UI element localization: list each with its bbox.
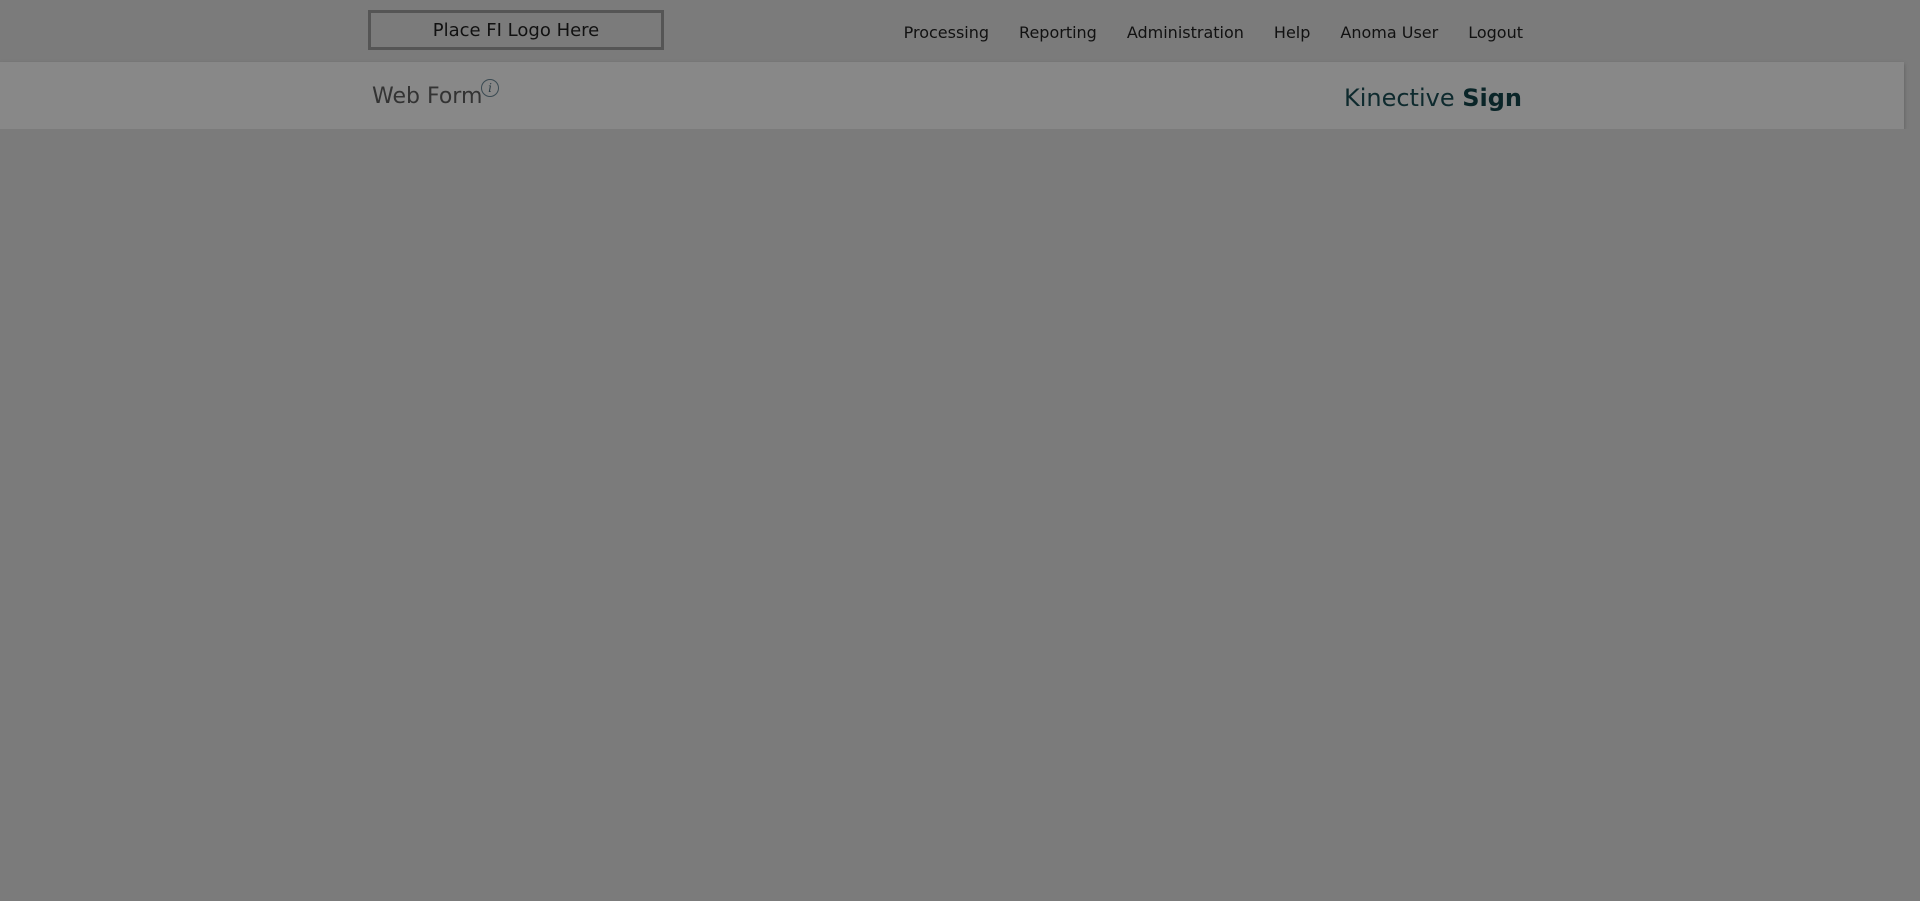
nav-administration[interactable]: Administration [1127,20,1244,46]
nav-user[interactable]: Anoma User [1340,20,1438,46]
brand-text-light: Kinective [1343,84,1463,112]
modal-overlay-backdrop [0,129,1920,901]
logo-placeholder-text: Place FI Logo Here [432,19,600,41]
info-icon[interactable]: i [481,79,499,97]
nav-processing[interactable]: Processing [904,20,989,46]
nav-help[interactable]: Help [1274,20,1310,46]
page-header-bar: Web Form i Kinective Sign [0,62,1904,129]
main-nav: Processing Reporting Administration Help… [904,20,1523,46]
nav-reporting[interactable]: Reporting [1019,20,1097,46]
brand-text-bold: Sign [1462,84,1522,112]
nav-logout[interactable]: Logout [1468,20,1523,46]
brand-logo: Kinective Sign [1344,82,1522,114]
page-title: Web Form [372,84,483,109]
top-navigation-bar: Place FI Logo Here Processing Reporting … [0,0,1920,62]
fi-logo-placeholder[interactable]: Place FI Logo Here [368,10,664,50]
